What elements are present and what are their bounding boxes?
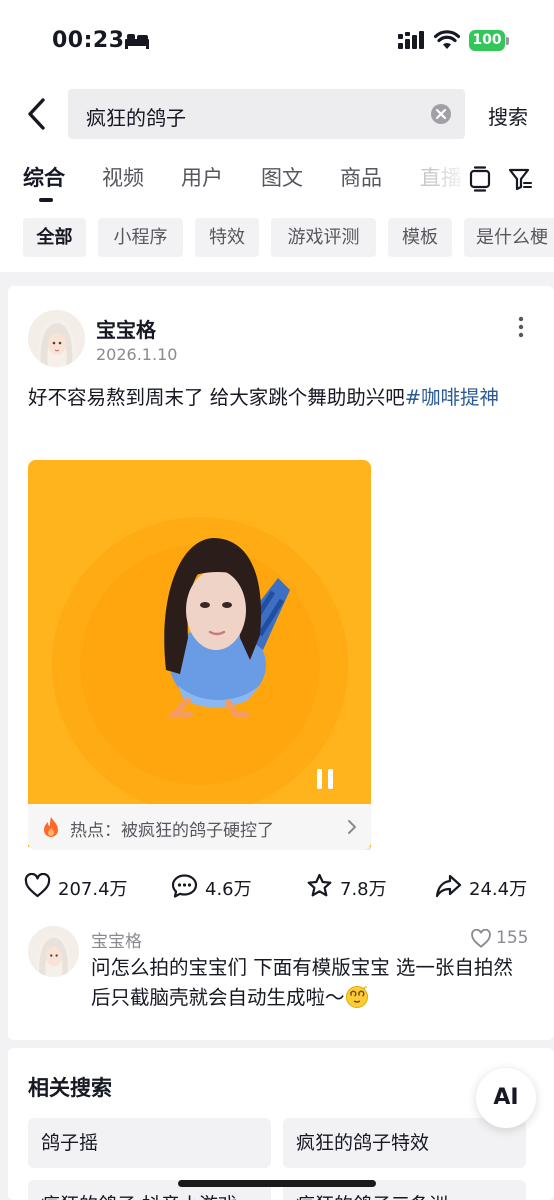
related-item[interactable]: 鸽子摇: [28, 1118, 271, 1168]
share-count: 24.4万: [469, 879, 528, 900]
related-title: 相关搜索: [28, 1076, 112, 1100]
filter-chips: 全部 小程序 特效 游戏评测 模板 是什么梗: [0, 218, 554, 258]
post-caption-text: 好不容易熬到周末了 给大家跳个舞助助兴吧: [28, 386, 405, 409]
commenter-name[interactable]: 宝宝格: [91, 927, 142, 952]
more-options-icon[interactable]: [511, 316, 531, 338]
status-bar: 00:23 100: [0, 0, 554, 82]
chip-template[interactable]: 模板: [388, 218, 452, 257]
filter-icon[interactable]: [508, 166, 532, 192]
hot-topic-bar[interactable]: 热点：被疯狂的鸽子硬控了: [28, 804, 371, 850]
heart-icon: [24, 873, 51, 898]
post-actions: 207.4万 4.6万 7.8万 24.4万: [8, 872, 554, 902]
chip-meme-meaning[interactable]: 是什么梗: [464, 218, 554, 257]
result-tabs: 综合 视频 用户 图文 商品 直播: [0, 162, 554, 202]
tab-users[interactable]: 用户: [181, 162, 223, 192]
post-date: 2026.1.10: [96, 345, 178, 364]
tab-products[interactable]: 商品: [340, 162, 382, 192]
author-avatar[interactable]: [28, 310, 85, 367]
back-arrow-icon[interactable]: [24, 96, 50, 132]
comment-count: 4.6万: [205, 879, 252, 900]
share-button[interactable]: 24.4万: [435, 872, 535, 902]
related-searches: 相关搜索 鸽子摇 疯狂的鸽子特效 疯狂的鸽子 抖音小游戏 疯狂的鸽子三条训: [8, 1048, 554, 1200]
chevron-right-icon: [348, 820, 356, 834]
hot-topic-label: 热点：被疯狂的鸽子硬控了: [70, 821, 274, 841]
search-button[interactable]: 搜索: [488, 101, 528, 130]
tab-fade-mask: [430, 162, 470, 202]
avatar-image: [28, 310, 85, 367]
like-count: 207.4万: [58, 879, 128, 900]
favorite-count: 7.8万: [340, 879, 387, 900]
comment-like-count: 155: [496, 928, 529, 948]
tab-active-indicator: [39, 198, 53, 202]
battery-indicator: 100: [469, 30, 505, 51]
commenter-avatar-image: [28, 926, 79, 977]
wifi-icon: [434, 30, 460, 49]
sleep-mode-icon: [125, 34, 149, 49]
clear-icon[interactable]: [430, 103, 452, 125]
post-card[interactable]: 宝宝格 2026.1.10 好不容易熬到周末了 给大家跳个舞助助兴吧#咖啡提神: [8, 286, 554, 1040]
comment-text: 问怎么拍的宝宝们 下面有模版宝宝 选一张自拍然后只截脑壳就会自动生成啦～: [91, 953, 531, 1013]
comment-text-body: 问怎么拍的宝宝们 下面有模版宝宝 选一张自拍然后只截脑壳就会自动生成啦～: [91, 956, 513, 1009]
star-icon: [307, 873, 332, 897]
signal-icon: [398, 31, 424, 49]
layout-toggle-icon[interactable]: [468, 166, 492, 192]
fire-icon: [44, 817, 58, 837]
post-author-name[interactable]: 宝宝格: [96, 314, 156, 343]
status-time: 00:23: [52, 28, 125, 53]
commenter-avatar[interactable]: [28, 926, 79, 977]
video-frame: [28, 460, 371, 850]
like-button[interactable]: 207.4万: [24, 872, 134, 902]
post-caption: 好不容易熬到周末了 给大家跳个舞助助兴吧#咖啡提神: [28, 382, 528, 414]
search-header: 疯狂的鸽子 搜索 综合 视频 用户 图文 商品 直播 全部 小程序 特效 游戏评…: [0, 82, 554, 272]
tab-image-text[interactable]: 图文: [261, 162, 303, 192]
search-input[interactable]: 疯狂的鸽子: [68, 89, 465, 139]
battery-tip: [506, 37, 509, 45]
video-player[interactable]: [28, 460, 371, 850]
comment-heart-icon: [471, 929, 491, 948]
post-hashtag[interactable]: #咖啡提神: [405, 386, 499, 409]
tab-all[interactable]: 综合: [23, 162, 65, 192]
ai-assistant-button[interactable]: AI: [476, 1068, 536, 1128]
share-icon: [435, 874, 462, 898]
pause-icon[interactable]: [315, 768, 335, 790]
favorite-button[interactable]: 7.8万: [306, 872, 396, 902]
chip-all[interactable]: 全部: [23, 218, 86, 257]
home-indicator[interactable]: [178, 1180, 376, 1187]
chip-effects[interactable]: 特效: [195, 218, 259, 257]
search-query: 疯狂的鸽子: [86, 106, 186, 130]
related-item[interactable]: 疯狂的鸽子特效: [283, 1118, 526, 1168]
dizzy-face-emoji-icon: [345, 986, 368, 1008]
comment-icon: [171, 874, 198, 898]
chip-mini-program[interactable]: 小程序: [98, 218, 183, 257]
tab-video[interactable]: 视频: [102, 162, 144, 192]
chip-game-review[interactable]: 游戏评测: [271, 218, 376, 257]
comment-button[interactable]: 4.6万: [171, 872, 261, 902]
